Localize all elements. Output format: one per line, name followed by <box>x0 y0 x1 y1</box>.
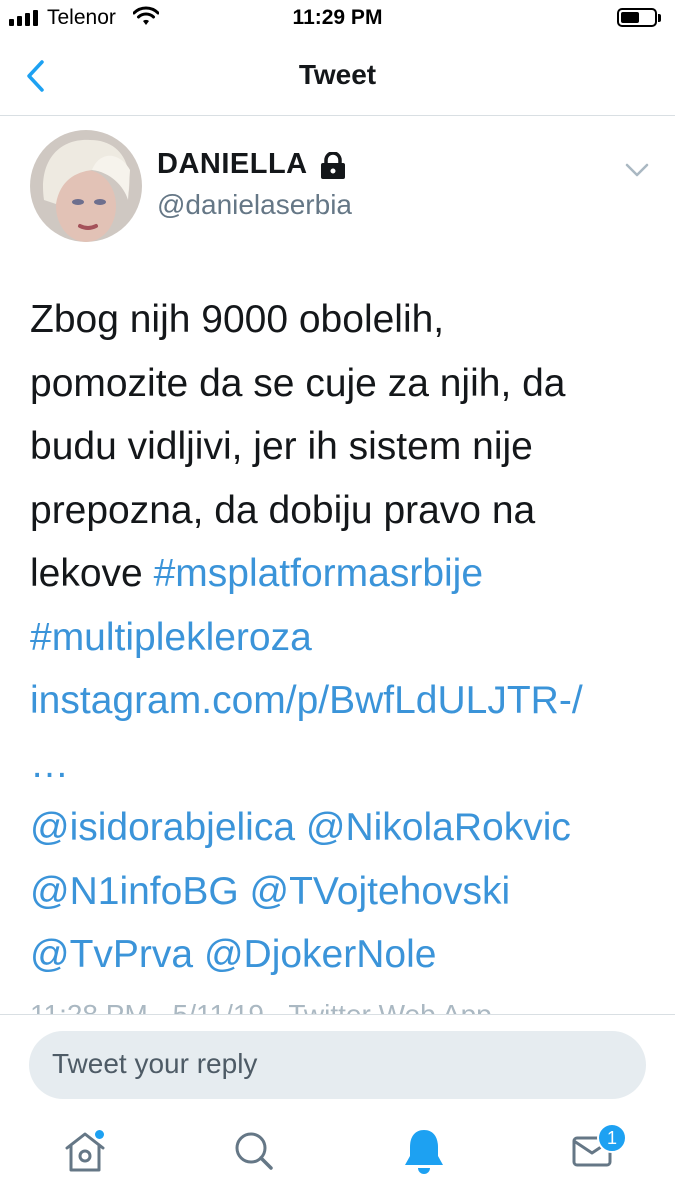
url-link-ellipsis[interactable]: … <box>30 733 650 797</box>
tweet-text-line: Zbog nijh 9000 obolelih, <box>30 298 445 341</box>
chevron-down-icon[interactable] <box>624 162 650 178</box>
mention-links[interactable]: @isidorabjelica @NikolaRokvic <box>30 796 650 860</box>
avatar-image <box>30 130 142 242</box>
battery-level <box>621 12 639 23</box>
avatar[interactable] <box>30 130 142 242</box>
notifications-icon[interactable] <box>394 1120 454 1180</box>
tweet-text-line: lekove #msplatformasrbije <box>30 542 650 606</box>
tweet-timestamp: 11:28 PM · 5/11/19 · Twitter Web App <box>30 999 492 1015</box>
tweet-text-fragment: lekove <box>30 552 154 595</box>
nav-bar: Tweet <box>0 38 675 116</box>
hashtag-link[interactable]: #multiplekleroza <box>30 606 650 670</box>
page-title: Tweet <box>298 59 377 90</box>
display-name[interactable]: DANIELLA <box>157 148 308 181</box>
mention-links[interactable]: @TvPrva @DjokerNole <box>30 923 650 987</box>
messages-badge: 1 <box>597 1123 627 1153</box>
hashtag-link[interactable]: #msplatformasrbije <box>154 552 483 595</box>
search-icon[interactable] <box>224 1120 284 1180</box>
status-time: 11:29 PM <box>292 6 383 29</box>
battery-icon <box>617 8 657 27</box>
tweet-meta: 11:28 PM · 5/11/19 · Twitter Web App <box>30 995 650 1015</box>
battery-tip <box>658 14 661 22</box>
mention-links[interactable]: @N1infoBG @TVojtehovski <box>30 860 650 924</box>
tweet-text-line: budu vidljivi, jer ih sistem nije <box>30 425 533 468</box>
lock-icon <box>321 152 345 179</box>
tweet-text: Zbog nijh 9000 obolelih, pomozite da se … <box>30 288 650 987</box>
url-link[interactable]: instagram.com/p/BwfLdULJTR-/ <box>30 669 650 733</box>
tweet-text-line: pomozite da se cuje za njih, da <box>30 361 566 405</box>
reply-input[interactable]: Tweet your reply <box>29 1031 646 1099</box>
home-icon[interactable] <box>55 1120 115 1180</box>
reply-placeholder: Tweet your reply <box>52 1048 258 1079</box>
status-bar: Telenor 11:29 PM <box>0 0 675 38</box>
home-new-dot <box>95 1130 104 1139</box>
user-handle[interactable]: @danielaserbia <box>157 189 352 221</box>
tweet-text-line: prepozna, da dobiju pravo na <box>30 488 536 532</box>
